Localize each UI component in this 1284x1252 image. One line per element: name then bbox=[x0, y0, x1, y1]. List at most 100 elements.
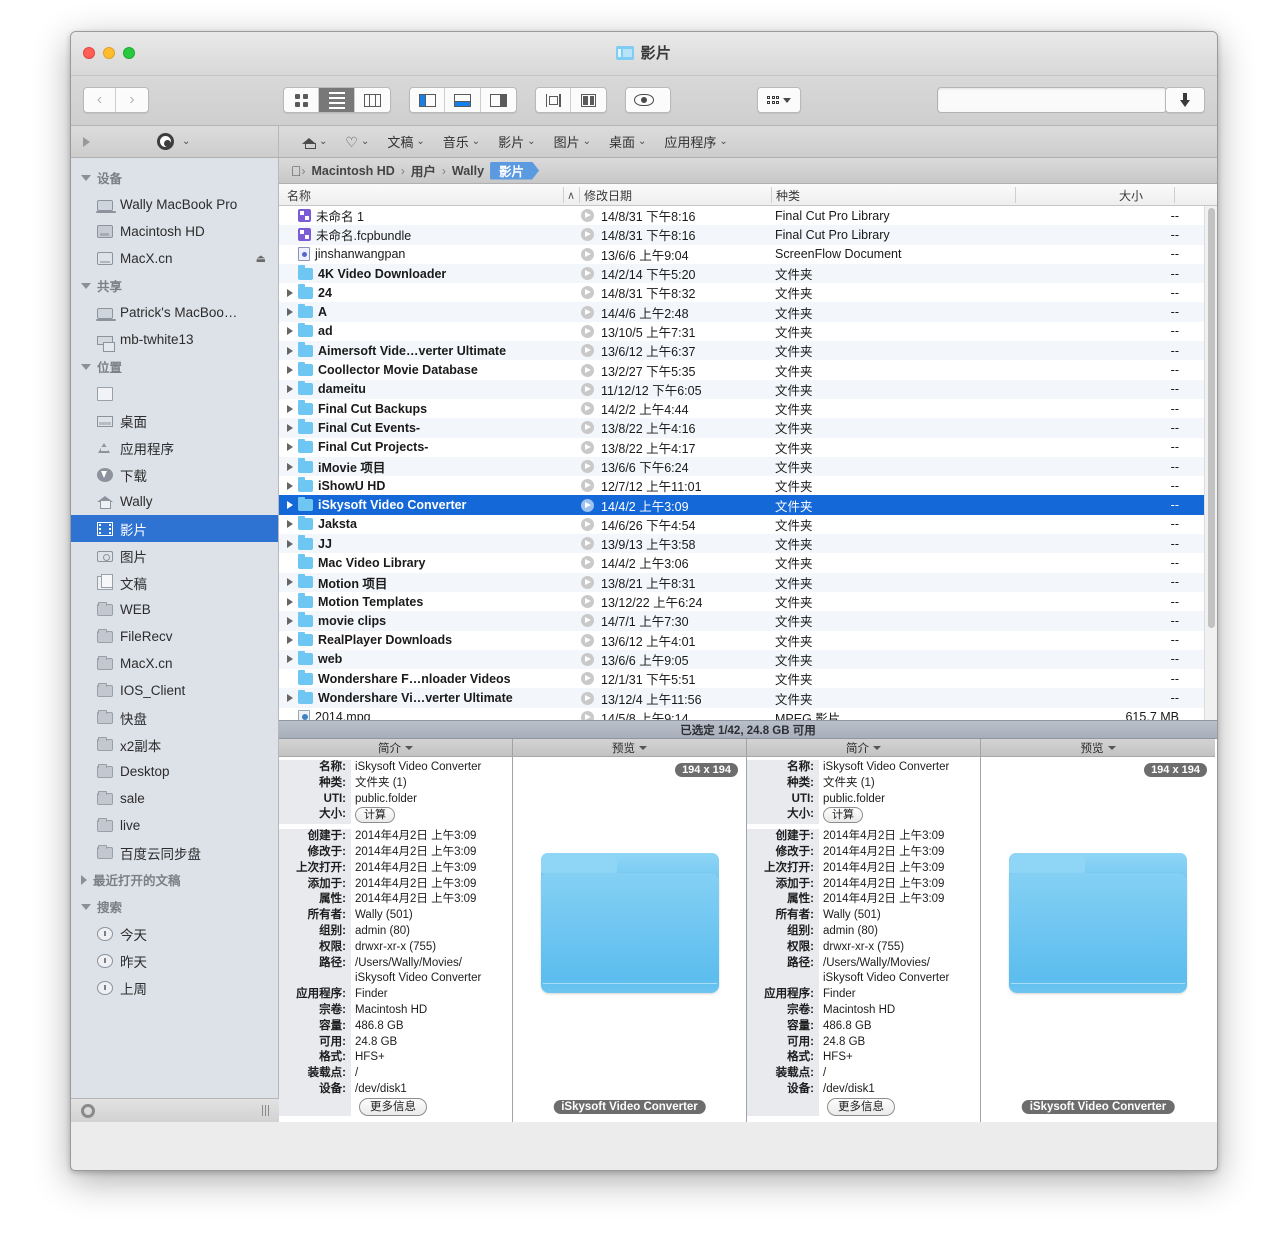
chevron-down-icon[interactable]: ⌄ bbox=[182, 136, 190, 147]
list-scrollbar-thumb[interactable] bbox=[1208, 208, 1215, 628]
info-value[interactable]: 更多信息 bbox=[351, 1098, 512, 1116]
table-row[interactable]: ad13/10/5 上午7:31文件夹-- bbox=[279, 322, 1217, 341]
preview-panel-header[interactable]: 预览 bbox=[981, 739, 1215, 757]
column-divider[interactable] bbox=[1174, 187, 1175, 203]
sidebar-item-Wally MacBook Pro[interactable]: Wally MacBook Pro bbox=[71, 191, 278, 218]
table-row[interactable]: Wondershare F…nloader Videos12/1/31 下午5:… bbox=[279, 669, 1217, 688]
sidebar-item-影片[interactable]: 影片 bbox=[71, 515, 278, 542]
sidebar-item-今天[interactable]: 今天 bbox=[71, 920, 278, 947]
table-row[interactable]: 未命名.fcpbundle14/8/31 下午8:16Final Cut Pro… bbox=[279, 225, 1217, 244]
table-row[interactable]: JJ13/9/13 上午3:58文件夹-- bbox=[279, 534, 1217, 553]
disclosure-triangle-icon[interactable] bbox=[287, 617, 293, 625]
disclosure-triangle-icon[interactable] bbox=[287, 424, 293, 432]
quicklook-button[interactable] bbox=[626, 88, 662, 112]
info-value[interactable]: 计算 bbox=[351, 807, 512, 824]
disclosure-triangle-icon[interactable] bbox=[287, 289, 293, 297]
table-row[interactable]: Mac Video Library14/4/2 上午3:06文件夹-- bbox=[279, 553, 1217, 572]
forward-button[interactable]: › bbox=[116, 88, 148, 112]
table-row[interactable]: Jaksta14/6/26 下午4:54文件夹-- bbox=[279, 515, 1217, 534]
disclosure-triangle-icon[interactable] bbox=[287, 366, 293, 374]
sidebar-item-live[interactable]: live bbox=[71, 812, 278, 839]
info-value[interactable]: 计算 bbox=[819, 807, 980, 824]
breadcrumb-item-0[interactable]: Macintosh HD bbox=[306, 162, 401, 180]
disclosure-triangle-icon[interactable] bbox=[287, 578, 293, 586]
sidebar-item-IOS_Client[interactable]: IOS_Client bbox=[71, 677, 278, 704]
gear-icon[interactable] bbox=[81, 1104, 95, 1118]
column-header-name[interactable]: 名称 bbox=[287, 184, 311, 206]
toggle-right-pane-button[interactable] bbox=[481, 88, 516, 112]
sidebar-item-Wally[interactable]: Wally bbox=[71, 488, 278, 515]
table-row[interactable]: Coollector Movie Database13/2/27 下午5:35文… bbox=[279, 360, 1217, 379]
resize-grip[interactable] bbox=[262, 1105, 269, 1116]
table-row[interactable]: iMovie 项目13/6/6 下午6:24文件夹-- bbox=[279, 457, 1217, 476]
sidebar-item-FileRecv[interactable]: FileRecv bbox=[71, 623, 278, 650]
file-rows[interactable]: 未命名 114/8/31 下午8:16Final Cut Pro Library… bbox=[279, 206, 1217, 720]
sidebar-item-文稿[interactable]: 文稿 bbox=[71, 569, 278, 596]
table-row[interactable]: movie clips14/7/1 上午7:30文件夹-- bbox=[279, 611, 1217, 630]
sidebar-item-昨天[interactable]: 昨天 bbox=[71, 947, 278, 974]
table-row[interactable]: Final Cut Events-13/8/22 上午4:16文件夹-- bbox=[279, 418, 1217, 437]
breadcrumb-item-current[interactable]: 影片 bbox=[490, 162, 539, 180]
icon-view-button[interactable] bbox=[284, 88, 319, 112]
preview-panel-header[interactable]: 预览 bbox=[513, 739, 746, 757]
sidebar-item-sale[interactable]: sale bbox=[71, 785, 278, 812]
column-divider[interactable] bbox=[563, 187, 564, 203]
calculate-size-button[interactable]: 计算 bbox=[355, 807, 395, 823]
favorite-desktop[interactable]: 桌面 ⌄ bbox=[600, 126, 655, 158]
info-value[interactable]: 更多信息 bbox=[819, 1098, 980, 1116]
column-divider[interactable] bbox=[771, 187, 772, 203]
table-row[interactable]: Final Cut Projects-13/8/22 上午4:17文件夹-- bbox=[279, 438, 1217, 457]
disclosure-triangle-icon[interactable] bbox=[287, 540, 293, 548]
sidebar-group-header-0[interactable]: 设备 bbox=[71, 164, 278, 191]
sidebar-item-下载[interactable]: 下载 bbox=[71, 461, 278, 488]
sidebar-item-桌面[interactable]: 桌面 bbox=[71, 407, 278, 434]
table-row[interactable]: A14/4/6 上午2:48文件夹-- bbox=[279, 302, 1217, 321]
disclosure-triangle-icon[interactable] bbox=[287, 463, 293, 471]
download-button[interactable] bbox=[1166, 88, 1204, 112]
calculate-size-button[interactable]: 计算 bbox=[823, 807, 863, 823]
disclosure-triangle-icon[interactable] bbox=[287, 598, 293, 606]
table-row[interactable]: Motion 项目13/8/21 上午8:31文件夹-- bbox=[279, 573, 1217, 592]
disclosure-triangle-icon[interactable] bbox=[287, 520, 293, 528]
disclosure-triangle-icon[interactable] bbox=[287, 443, 293, 451]
table-row[interactable]: 4K Video Downloader14/2/14 下午5:20文件夹-- bbox=[279, 264, 1217, 283]
toggle-left-pane-button[interactable] bbox=[410, 88, 445, 112]
table-row[interactable]: Final Cut Backups14/2/2 上午4:44文件夹-- bbox=[279, 399, 1217, 418]
disclosure-triangle-icon[interactable] bbox=[287, 694, 293, 702]
disclosure-triangle-icon[interactable] bbox=[287, 327, 293, 335]
favorite-music[interactable]: 音乐 ⌄ bbox=[434, 126, 489, 158]
eject-icon[interactable]: ⏏ bbox=[256, 252, 266, 265]
table-row[interactable]: Motion Templates13/12/22 上午6:24文件夹-- bbox=[279, 592, 1217, 611]
toggle-bottom-pane-button[interactable] bbox=[445, 88, 480, 112]
more-info-button[interactable]: 更多信息 bbox=[359, 1098, 427, 1116]
table-row[interactable]: jinshanwangpan13/6/6 上午9:04ScreenFlow Do… bbox=[279, 245, 1217, 264]
disclosure-triangle-icon[interactable] bbox=[287, 308, 293, 316]
column-divider[interactable] bbox=[579, 187, 580, 203]
action-menu-button[interactable] bbox=[758, 88, 800, 112]
info-panel-header[interactable]: 简介 bbox=[279, 739, 512, 757]
inspector-split-button[interactable] bbox=[571, 88, 606, 112]
sidebar-item-Macintosh HD[interactable]: Macintosh HD bbox=[71, 218, 278, 245]
table-row[interactable]: dameitu11/12/12 下午6:05文件夹-- bbox=[279, 380, 1217, 399]
inspector-center-button[interactable] bbox=[536, 88, 571, 112]
sidebar-item-untitled[interactable] bbox=[71, 380, 278, 407]
sidebar-group-header-3[interactable]: 最近打开的文稿 bbox=[71, 866, 278, 893]
column-header-size[interactable]: 大小 bbox=[1119, 184, 1143, 206]
favorite-home[interactable]: ⌄ bbox=[293, 126, 336, 158]
sidebar-group-header-4[interactable]: 搜索 bbox=[71, 893, 278, 920]
disclosure-triangle-icon[interactable] bbox=[287, 636, 293, 644]
disclosure-triangle-icon[interactable] bbox=[287, 385, 293, 393]
sidebar-item-x2副本[interactable]: x2副本 bbox=[71, 731, 278, 758]
breadcrumb-item-1[interactable]: 用户 bbox=[405, 162, 442, 180]
sidebar-item-应用程序[interactable]: 应用程序 bbox=[71, 434, 278, 461]
column-header-kind[interactable]: 种类 bbox=[776, 184, 800, 206]
disclosure-triangle-icon[interactable] bbox=[287, 405, 293, 413]
disclosure-triangle-icon[interactable] bbox=[287, 482, 293, 490]
search-input[interactable] bbox=[938, 88, 1166, 112]
favorite-pictures[interactable]: 图片 ⌄ bbox=[545, 126, 600, 158]
table-row[interactable]: iShowU HD12/7/12 上午11:01文件夹-- bbox=[279, 476, 1217, 495]
column-view-button[interactable] bbox=[355, 88, 390, 112]
favorite-documents[interactable]: 文稿 ⌄ bbox=[378, 126, 433, 158]
disclosure-triangle-icon[interactable] bbox=[287, 347, 293, 355]
table-row[interactable]: 2414/8/31 下午8:32文件夹-- bbox=[279, 283, 1217, 302]
